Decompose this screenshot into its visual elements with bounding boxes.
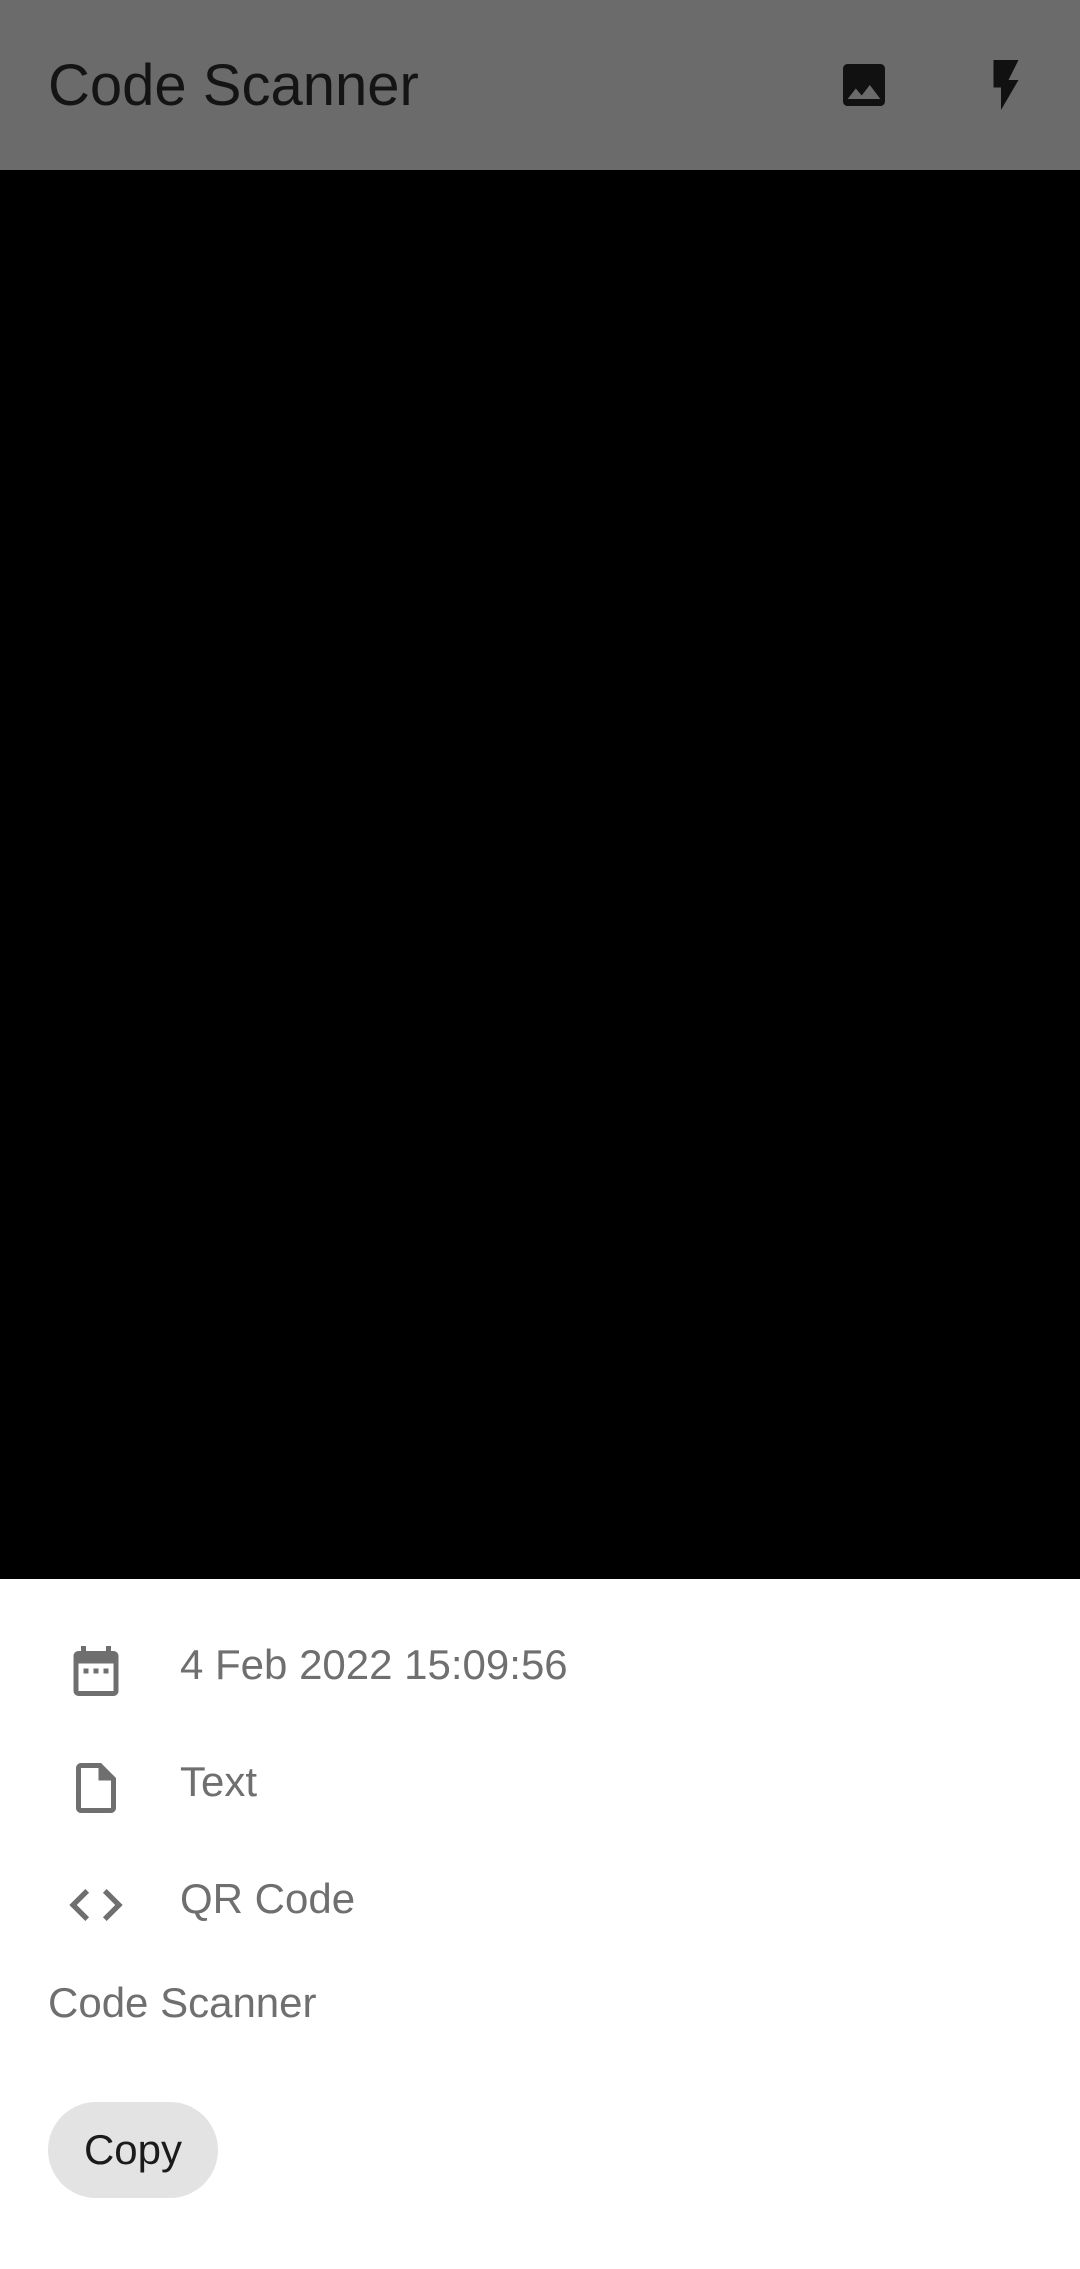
calendar-icon bbox=[60, 1635, 132, 1707]
scan-date: 4 Feb 2022 15:09:56 bbox=[180, 1641, 568, 1688]
file-icon bbox=[60, 1752, 132, 1824]
app-bar: Code Scanner bbox=[0, 0, 1080, 170]
image-icon bbox=[843, 64, 885, 106]
code-format-row: QR Code bbox=[0, 1854, 1080, 1944]
flash-icon bbox=[993, 60, 1019, 110]
content-type-row: Text bbox=[0, 1737, 1080, 1827]
code-format: QR Code bbox=[180, 1875, 356, 1922]
scanned-content: Code Scanner bbox=[48, 1979, 317, 2026]
open-image-button[interactable] bbox=[828, 49, 900, 121]
app-title: Code Scanner bbox=[48, 53, 419, 118]
code-scanner-screen: Code Scanner 4 Feb 2022 15:09:56 Text QR… bbox=[0, 0, 1080, 2269]
camera-preview[interactable] bbox=[0, 170, 1080, 1579]
content-type: Text bbox=[180, 1758, 258, 1805]
copy-button[interactable]: Copy bbox=[48, 2102, 218, 2198]
scan-date-row: 4 Feb 2022 15:09:56 bbox=[0, 1620, 1080, 1710]
flash-button[interactable] bbox=[970, 49, 1042, 121]
code-icon bbox=[60, 1869, 132, 1941]
